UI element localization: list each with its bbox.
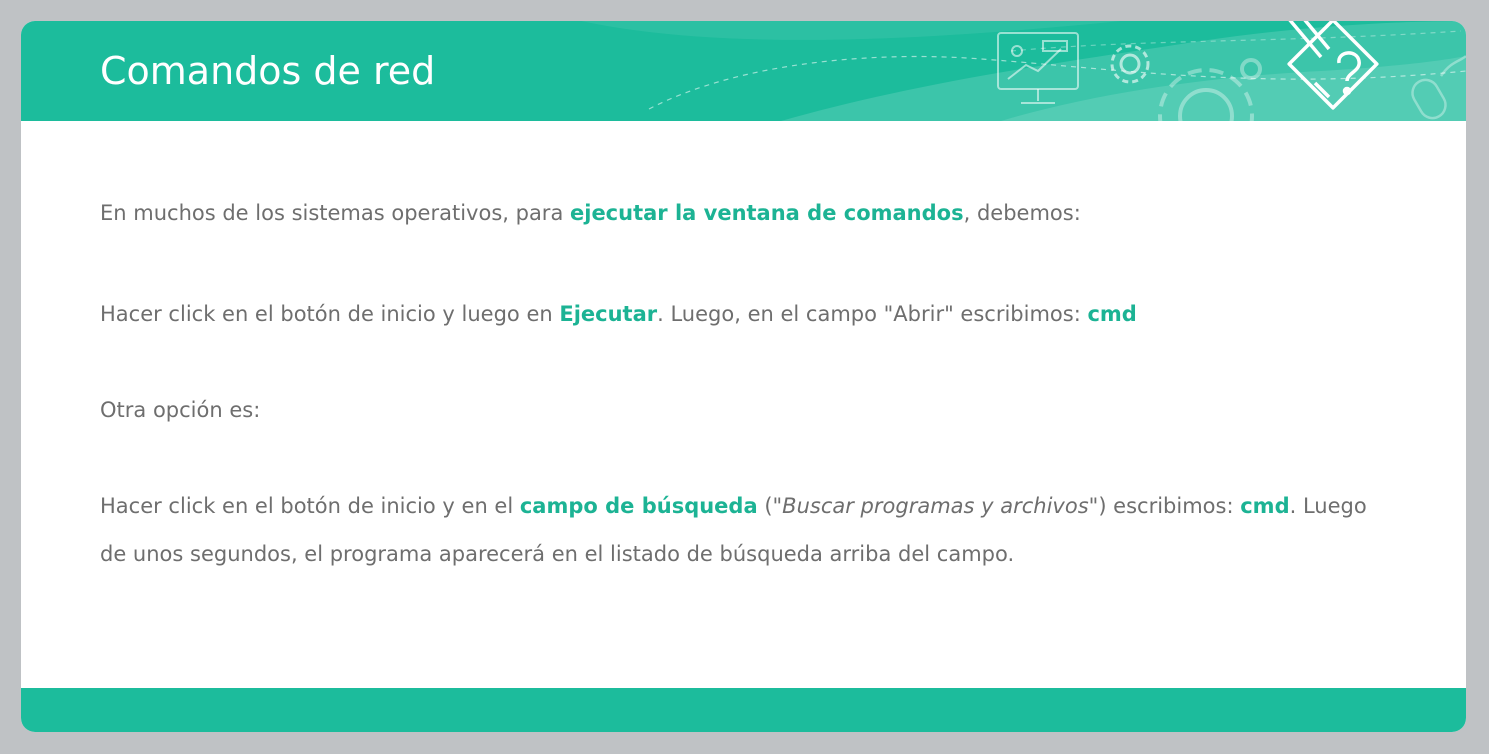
header-banner: Comandos de red: [21, 21, 1466, 121]
text: , debemos:: [963, 201, 1081, 225]
page-title: Comandos de red: [100, 49, 436, 93]
slide-card: Comandos de red En muchos de los sistema…: [21, 21, 1466, 732]
text: Otra opción es:: [100, 398, 261, 422]
highlight-text: ejecutar la ventana de comandos: [570, 201, 964, 225]
paragraph-intro: En muchos de los sistemas operativos, pa…: [100, 189, 1390, 237]
text: Hacer click en el botón de inicio y en e…: [100, 494, 520, 518]
text: (": [757, 494, 783, 518]
highlight-text: cmd: [1087, 302, 1137, 326]
highlight-text: cmd: [1240, 494, 1290, 518]
text: En muchos de los sistemas operativos, pa…: [100, 201, 570, 225]
footer-bar: [21, 688, 1466, 732]
italic-text: Buscar programas y archivos: [782, 494, 1089, 518]
paragraph-run-method: Hacer click en el botón de inicio y lueg…: [100, 290, 1390, 338]
text: . Luego, en el campo "Abrir" escribimos:: [657, 302, 1088, 326]
paragraph-other-option: Otra opción es:: [100, 386, 1390, 434]
highlight-text: Ejecutar: [559, 302, 658, 326]
highlight-text: campo de búsqueda: [519, 494, 758, 518]
text: ") escribimos:: [1088, 494, 1241, 518]
text: Hacer click en el botón de inicio y lueg…: [100, 302, 560, 326]
paragraph-search-method: Hacer click en el botón de inicio y en e…: [100, 482, 1390, 578]
